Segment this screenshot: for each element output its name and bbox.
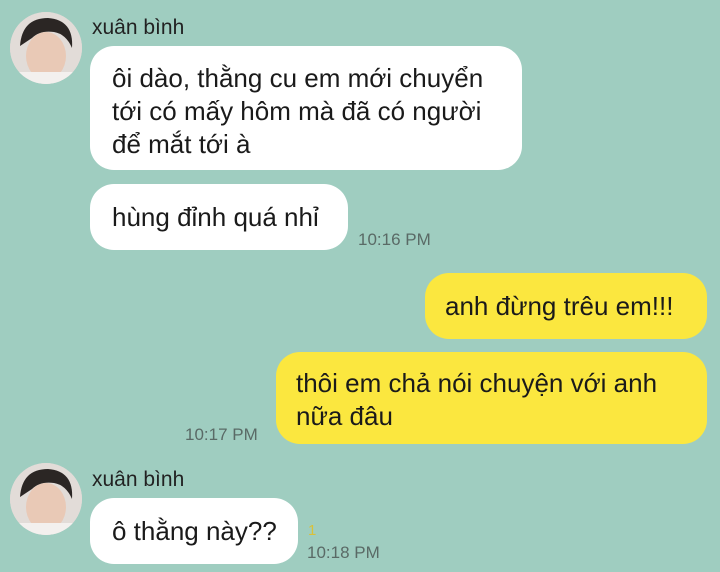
message-bubble[interactable]: ôi dào, thằng cu em mới chuyển tới có mấ…: [90, 46, 522, 170]
message-text: hùng đỉnh quá nhỉ: [112, 202, 319, 232]
message-text: ôi dào, thằng cu em mới chuyển tới có mấ…: [112, 63, 484, 159]
sender-name: xuân bình: [92, 468, 185, 491]
message-text: anh đừng trêu em!!!: [445, 291, 674, 321]
message-bubble[interactable]: ô thằng này??: [90, 498, 298, 564]
message-text: thôi em chả nói chuyện với anh nữa đâu: [296, 368, 658, 431]
message-text: ô thằng này??: [112, 516, 277, 546]
message-bubble[interactable]: hùng đỉnh quá nhỉ: [90, 184, 348, 250]
sender-avatar[interactable]: [10, 12, 82, 84]
sender-name: xuân bình: [92, 16, 185, 39]
avatar-photo-icon: [10, 463, 82, 535]
sender-avatar[interactable]: [10, 463, 82, 535]
message-bubble[interactable]: anh đừng trêu em!!!: [425, 273, 707, 339]
unread-count: 1: [308, 522, 317, 539]
message-timestamp: 10:17 PM: [185, 425, 258, 444]
message-timestamp: 10:18 PM: [307, 543, 380, 562]
avatar-photo-icon: [10, 12, 82, 84]
message-timestamp: 10:16 PM: [358, 230, 431, 249]
message-bubble[interactable]: thôi em chả nói chuyện với anh nữa đâu: [276, 352, 707, 444]
